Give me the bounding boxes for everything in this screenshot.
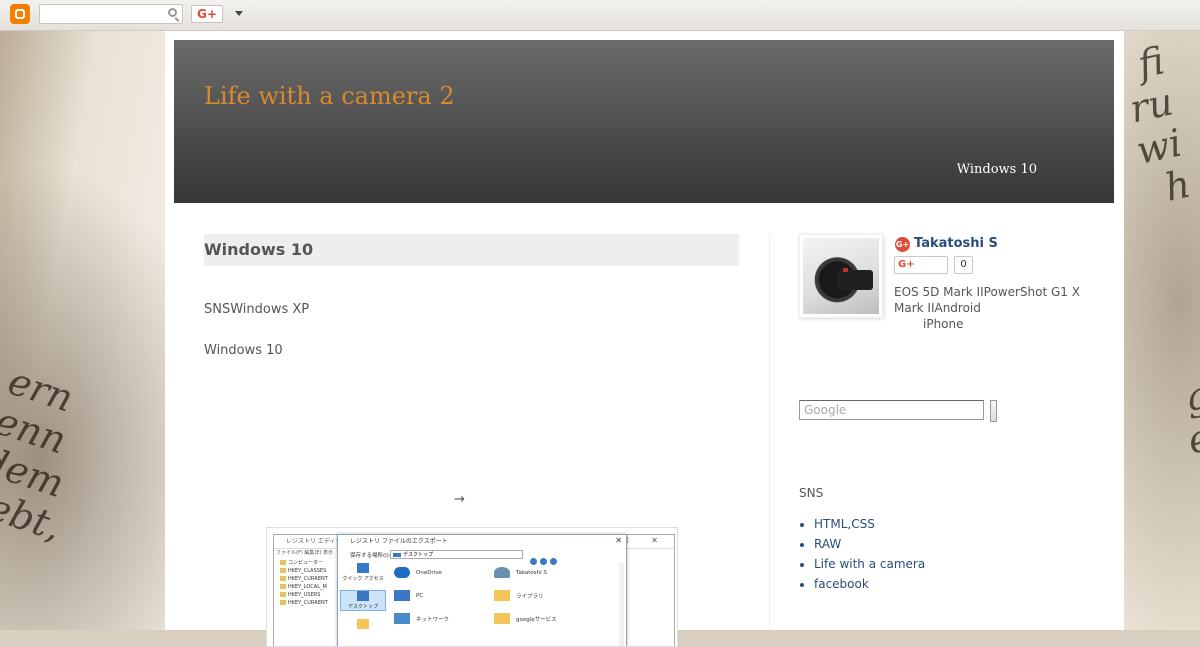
about-line: Mark IIAndroid — [894, 301, 981, 315]
blogger-logo-icon[interactable] — [10, 4, 30, 24]
library-item — [340, 619, 386, 629]
blog-header: Life with a camera 2 Windows 10 — [174, 40, 1114, 203]
tree-item: HKEY_CURRENT — [280, 575, 328, 583]
link-raw[interactable]: RAW — [814, 537, 841, 551]
desktop-icon — [357, 591, 369, 601]
close-icon: ✕ — [615, 536, 622, 545]
blogger-navbar: G+ — [0, 0, 1200, 31]
column-divider — [769, 234, 770, 630]
star-icon — [357, 563, 369, 573]
file-row: OneDrive Takatoshi S — [390, 567, 620, 590]
link-facebook[interactable]: facebook — [814, 577, 869, 591]
gplus-share-button[interactable]: G+ — [191, 5, 223, 23]
toolbar-icons — [530, 550, 570, 565]
registry-tree: コンピューター HKEY_CLASSES HKEY_CURRENT HKEY_L… — [280, 559, 328, 607]
onedrive-icon — [394, 567, 410, 578]
folder-icon — [357, 619, 369, 629]
search-icon[interactable] — [168, 8, 177, 17]
about-line: iPhone — [923, 317, 964, 331]
about-line: EOS 5D Mark IIPowerShot G1 X — [894, 285, 1080, 299]
tree-item: HKEY_LOCAL_M — [280, 583, 328, 591]
camera-photo — [803, 238, 879, 314]
save-location-select: デスクトップ — [390, 550, 523, 559]
pc-icon — [394, 590, 410, 601]
user-icon — [494, 567, 510, 578]
file-row: ネットワーク googleサービス — [390, 613, 620, 636]
google-search-button[interactable] — [990, 400, 997, 422]
blog-title[interactable]: Life with a camera 2 — [204, 82, 455, 110]
post-paragraph: SNSWindows XP — [204, 302, 310, 317]
list-item: HTML,CSS — [814, 514, 925, 534]
list-item: RAW — [814, 534, 925, 554]
file-list: OneDrive Takatoshi S PC ライブラリ ネットワーク goo… — [390, 567, 620, 636]
follower-count: 0 — [954, 256, 973, 274]
network-icon — [394, 613, 410, 624]
scrollbar — [619, 563, 624, 646]
google-search-input[interactable]: Google — [799, 400, 984, 420]
folder-icon — [494, 613, 510, 624]
sns-link-list: HTML,CSS RAW Life with a camera facebook — [799, 514, 925, 594]
tree-item: HKEY_CURRENT — [280, 599, 328, 607]
file-row: PC ライブラリ — [390, 590, 620, 613]
desktop-item: デスクトップ — [340, 590, 386, 611]
save-location-label: 保存する場所(I): — [350, 553, 391, 559]
blog-description: Windows 10 — [956, 162, 1037, 177]
navbar-search-input[interactable] — [39, 4, 183, 24]
export-dialog: レジストリ ファイルのエクスポート ✕ 保存する場所(I): デスクトップ クイ… — [337, 534, 627, 646]
gplus-follow-button[interactable]: G+ — [894, 256, 948, 274]
post-screenshot-image[interactable]: レジストリ エディター ─ ☐ ✕ ファイル(F) 編集(E) 表示 コンピュー… — [266, 527, 678, 647]
blog-content: Life with a camera 2 Windows 10 Windows … — [165, 30, 1124, 647]
export-dialog-title: レジストリ ファイルのエクスポート — [350, 538, 448, 545]
quick-access-pane: クイック アクセス デスクトップ — [340, 563, 386, 646]
tree-item: HKEY_CLASSES — [280, 567, 328, 575]
profile-about: EOS 5D Mark IIPowerShot G1 X Mark IIAndr… — [894, 284, 1129, 332]
sns-heading: SNS — [799, 486, 824, 500]
tree-item: HKEY_USERS — [280, 591, 328, 599]
library-icon — [494, 590, 510, 601]
quick-access-item: クイック アクセス — [340, 563, 386, 582]
more-dropdown-icon[interactable] — [235, 11, 243, 16]
list-item: Life with a camera — [814, 554, 925, 574]
profile-photo[interactable] — [799, 234, 883, 318]
post-arrow: → — [454, 492, 465, 507]
link-life-with-a-camera[interactable]: Life with a camera — [814, 557, 925, 571]
link-html-css[interactable]: HTML,CSS — [814, 517, 875, 531]
main-column: Windows 10 SNSWindows XP Windows 10 → レジ… — [204, 234, 739, 647]
list-item: facebook — [814, 574, 925, 594]
tree-item: コンピューター — [280, 559, 328, 567]
post-paragraph: Windows 10 — [204, 343, 283, 358]
post-title: Windows 10 — [204, 234, 739, 266]
profile-name-link[interactable]: Takatoshi S — [914, 236, 998, 251]
gplus-icon: G+ — [895, 237, 910, 252]
